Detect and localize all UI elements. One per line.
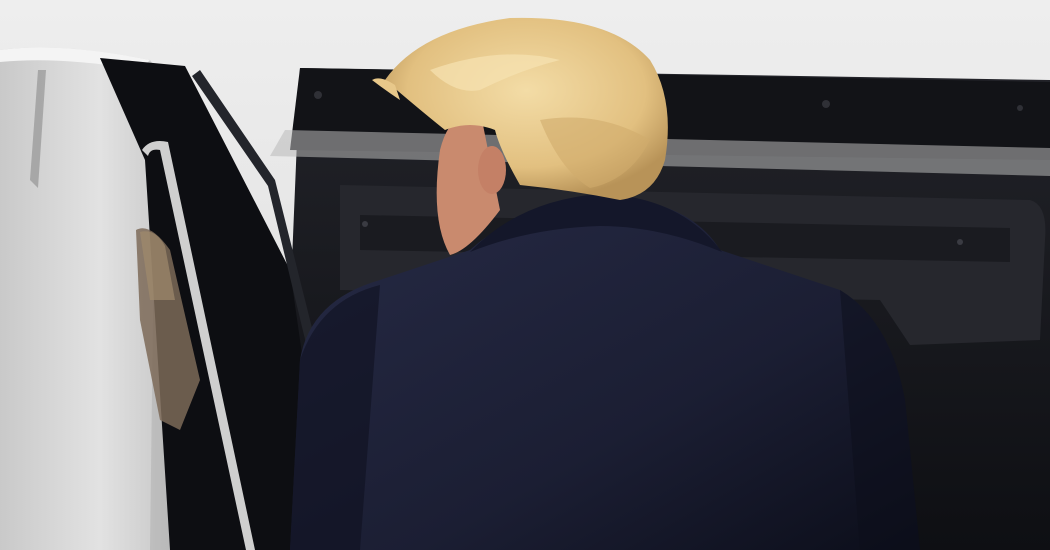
ear: [478, 146, 506, 194]
photo-scene: [0, 0, 1050, 550]
